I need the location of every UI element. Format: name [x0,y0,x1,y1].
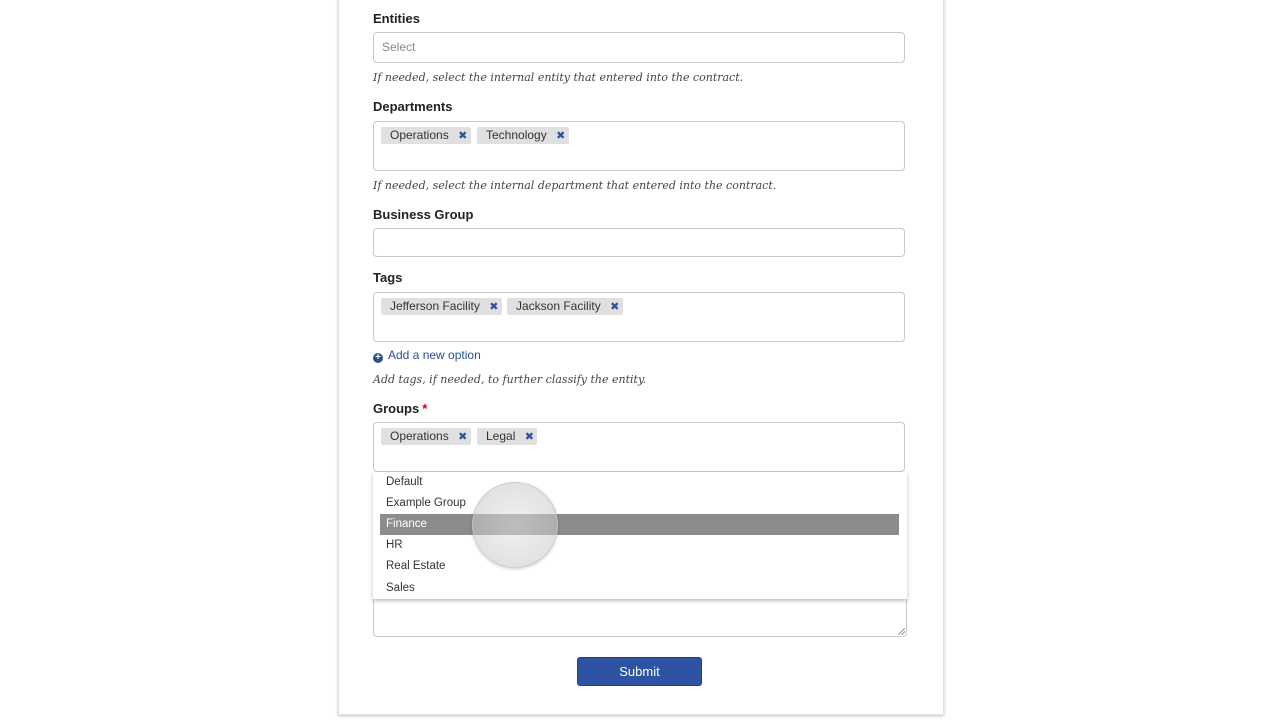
tag-chip: Jackson Facility ✖ [507,298,623,315]
chip-label: Jefferson Facility [390,299,480,313]
chip-label: Operations [390,429,449,443]
group-chip: Legal ✖ [477,428,538,446]
dropdown-option-real-estate[interactable]: Real Estate [380,556,899,577]
business-group-label: Business Group [373,207,474,222]
chip-label: Operations [390,128,449,142]
dropdown-option-hr[interactable]: HR [380,535,899,556]
resize-handle-icon[interactable] [898,628,905,635]
groups-label-text: Groups [373,401,420,416]
dropdown-option-sales[interactable]: Sales [380,578,899,599]
tags-label: Tags [373,270,403,285]
close-icon[interactable]: ✖ [455,128,471,145]
notes-textarea[interactable] [373,599,907,637]
business-group-input[interactable] [373,228,905,257]
close-icon[interactable]: ✖ [521,429,537,446]
group-chip: Operations ✖ [381,428,471,445]
cursor-indicator [472,482,558,568]
plus-circle-icon: + [373,353,383,363]
add-new-option-link[interactable]: + Add a new option [373,347,481,363]
tag-chip: Jefferson Facility ✖ [381,298,502,315]
entities-placeholder: Select [382,40,416,54]
department-chip: Operations ✖ [381,127,471,144]
departments-select[interactable]: Operations ✖ Technology ✖ [373,121,905,171]
dropdown-option-default[interactable]: Default [380,472,899,493]
dropdown-option-example-group[interactable]: Example Group [380,493,899,514]
submit-button[interactable]: Submit [577,657,702,686]
entities-select[interactable]: Select [373,32,905,63]
departments-label: Departments [373,99,453,114]
tags-help: Add tags, if needed, to further classify… [373,373,647,386]
chip-label: Jackson Facility [516,299,601,313]
dropdown-option-finance[interactable]: Finance [380,514,899,535]
groups-label: Groups * [373,401,427,417]
chip-label: Technology [486,128,547,142]
tags-select[interactable]: Jefferson Facility ✖ Jackson Facility ✖ [373,292,905,342]
department-chip: Technology ✖ [477,127,569,144]
departments-help: If needed, select the internal departmen… [373,179,777,192]
entities-label: Entities [373,11,420,26]
chip-label: Legal [486,429,516,443]
close-icon[interactable]: ✖ [455,429,471,446]
groups-select[interactable]: Operations ✖ Legal ✖ [373,422,905,472]
close-icon[interactable]: ✖ [486,299,502,316]
close-icon[interactable]: ✖ [553,128,569,145]
entities-help: If needed, select the internal entity th… [373,71,744,84]
required-mark: * [422,401,428,416]
groups-dropdown: Default Example Group Finance HR Real Es… [373,472,907,599]
add-new-option-label: Add a new option [388,348,481,362]
close-icon[interactable]: ✖ [607,299,623,316]
